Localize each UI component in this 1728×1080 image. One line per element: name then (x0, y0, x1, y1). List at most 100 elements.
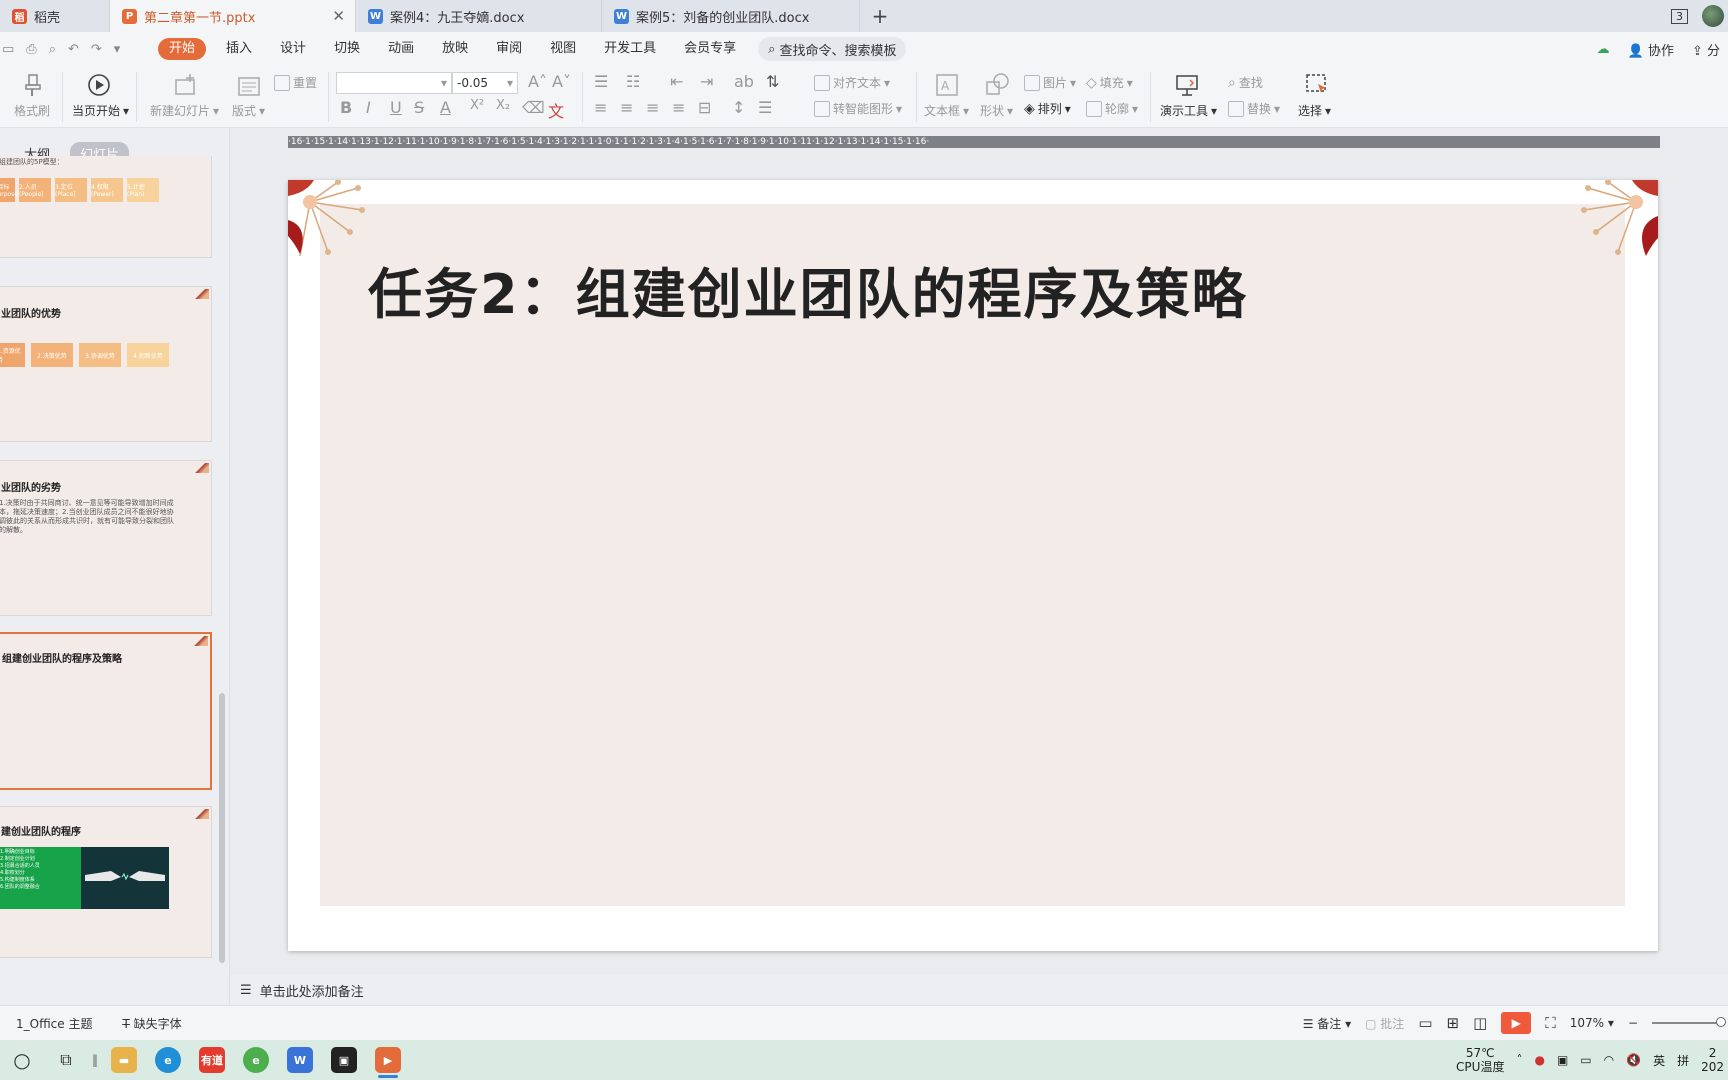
fit-window-icon[interactable]: ⛶ (1545, 1014, 1556, 1032)
normal-view-icon[interactable]: ▭ (1418, 1014, 1432, 1032)
zoom-slider[interactable] (1652, 1017, 1726, 1027)
collab-button[interactable]: 👤 协作 (1628, 40, 1674, 59)
sort-icon[interactable]: ⇅ (766, 72, 779, 91)
menu-animation[interactable]: 动画 (374, 38, 428, 60)
slide-thumbnail[interactable]: 业团队的优势 1.资源优势 2.决策优势 3.协调优势 4.创新优势 (0, 286, 212, 442)
replace-button[interactable]: 替换 ▾ (1228, 100, 1280, 117)
paragraph-spacing-icon[interactable]: ☰ (758, 98, 772, 117)
find-button[interactable]: ⌕ 查找 (1228, 74, 1263, 91)
slide-thumbnail[interactable]: 业团队的劣势 1.决策时由于共同商讨、统一意见等可能导致增加时间成本，拖延决策速… (0, 460, 212, 616)
speaker-mute-icon[interactable]: 🔇 (1626, 1053, 1641, 1067)
start-current-button[interactable]: 当页开始 ▾ (72, 102, 129, 119)
shape-button[interactable]: 形状 ▾ (980, 102, 1013, 119)
avatar[interactable] (1702, 5, 1724, 27)
italic-button[interactable]: I (366, 98, 371, 117)
font-family-select[interactable]: ▾ (336, 72, 452, 94)
comments-toggle[interactable]: ▢ 批注 (1365, 1015, 1404, 1032)
close-icon[interactable]: ✕ (332, 7, 345, 25)
menu-view[interactable]: 视图 (536, 38, 590, 60)
indent-decrease-icon[interactable]: ⇤ (670, 72, 683, 91)
battery-icon[interactable]: ▭ (1580, 1053, 1591, 1067)
superscript-button[interactable]: X² (470, 98, 484, 113)
strikethrough-button[interactable]: S (414, 98, 424, 117)
play-slideshow-button[interactable]: ▶ (1501, 1012, 1532, 1034)
command-search[interactable]: ⌕ 查找命令、搜索模板 (758, 37, 907, 61)
indent-increase-icon[interactable]: ⇥ (700, 72, 713, 91)
browser-360-button[interactable]: e (234, 1040, 278, 1080)
grid-view-icon[interactable]: ⊞ (1447, 1014, 1460, 1032)
missing-font-button[interactable]: T̶ 缺失字体 (122, 1015, 181, 1032)
tab-docx-1[interactable]: W 案例4：九王夺嫡.docx (356, 0, 602, 32)
slide-canvas[interactable]: 任务2：组建创业团队的程序及策略 (288, 180, 1658, 951)
align-text-button[interactable]: 对齐文本 ▾ (814, 74, 890, 91)
slide-thumbnail-selected[interactable]: 组建创业团队的程序及策略 (0, 632, 212, 790)
menu-home[interactable]: 开始 (158, 38, 207, 60)
new-tab-button[interactable]: + (860, 0, 900, 32)
menu-member[interactable]: 会员专享 (670, 38, 750, 60)
print-icon[interactable]: ⎙ (26, 42, 36, 57)
cpu-temperature[interactable]: 57℃ CPU温度 (1456, 1046, 1504, 1074)
ime-mode[interactable]: 英 (1653, 1052, 1665, 1069)
reading-view-icon[interactable]: ◫ (1473, 1014, 1487, 1032)
tray-app-icon[interactable]: ● (1534, 1053, 1544, 1067)
subscript-button[interactable]: X₂ (496, 98, 510, 113)
clock[interactable]: 2 202 (1701, 1046, 1724, 1074)
panel-scrollbar[interactable] (219, 693, 225, 963)
chevron-up-icon[interactable]: ˄ (1516, 1053, 1522, 1067)
picture-button[interactable]: 图片 ▾ (1024, 74, 1076, 91)
bullet-list-icon[interactable]: ☰ (594, 72, 608, 91)
select-button[interactable]: 选择 ▾ (1298, 102, 1331, 119)
decrease-font-icon[interactable]: A˅ (552, 72, 571, 91)
customize-icon[interactable]: ▾ (114, 42, 121, 57)
save-icon[interactable]: ▭ (2, 42, 14, 57)
numbered-list-icon[interactable]: ☷ (626, 72, 640, 91)
menu-transition[interactable]: 切换 (320, 38, 374, 60)
arrange-button[interactable]: ◈ 排列 ▾ (1024, 100, 1071, 117)
notes-pane[interactable]: ☰ 单击此处添加备注 (230, 975, 1728, 1005)
zoom-out-icon[interactable]: − (1628, 1016, 1638, 1030)
menu-slideshow[interactable]: 放映 (428, 38, 482, 60)
distribute-icon[interactable]: ⊟ (698, 98, 711, 117)
cloud-sync-icon[interactable]: ☁ (1597, 42, 1610, 57)
underline-button[interactable]: U (390, 98, 402, 117)
textbox-button[interactable]: 文本框 ▾ (924, 102, 969, 119)
task-view-button[interactable]: ⧉ (44, 1040, 88, 1080)
fill-button[interactable]: ◇ 填充 ▾ (1086, 74, 1133, 91)
present-tools-button[interactable]: 演示工具 ▾ (1160, 102, 1217, 119)
slide-thumbnail[interactable]: 建创业团队的程序 1.明确创业目标 2.制定创业计划 3.招募合适的人员 4.职… (0, 806, 212, 958)
camera-button[interactable]: ▣ (322, 1040, 366, 1080)
justify-icon[interactable]: ≡ (672, 98, 685, 117)
slide-thumbnail[interactable]: 组建团队的5P模型： 1.目标(Purpose) 2.人员(People) 3.… (0, 156, 212, 258)
outline-button[interactable]: 轮廓 ▾ (1086, 100, 1138, 117)
zoom-select[interactable]: 107% ▾ (1570, 1016, 1614, 1030)
window-count-badge[interactable]: 3 (1671, 8, 1688, 24)
text-direction-icon[interactable]: ab (734, 72, 754, 91)
align-center-icon[interactable]: ≡ (620, 98, 633, 117)
notes-toggle[interactable]: ☰ 备注 ▾ (1303, 1015, 1351, 1032)
bold-button[interactable]: B (340, 98, 352, 117)
layout-button[interactable]: 版式 ▾ (232, 102, 265, 119)
menu-developer[interactable]: 开发工具 (590, 38, 670, 60)
undo-icon[interactable]: ↶ (68, 42, 79, 57)
line-spacing-icon[interactable]: ↕ (732, 98, 745, 117)
font-color-button[interactable]: A (440, 98, 451, 117)
wps-presentation-button[interactable]: ▶ (366, 1040, 410, 1080)
new-slide-button[interactable]: 新建幻灯片 ▾ (150, 102, 219, 119)
horizontal-ruler[interactable]: ·16·1·15·1·14·1·13·1·12·1·11·1·10·1·9·1·… (288, 136, 1660, 148)
ime-pinyin[interactable]: 拼 (1677, 1052, 1689, 1069)
preview-icon[interactable]: ⌕ (49, 42, 56, 57)
reset-button[interactable]: 重置 (274, 74, 317, 91)
redo-icon[interactable]: ↷ (91, 42, 102, 57)
paint-format-button[interactable]: 格式刷 (14, 102, 50, 119)
phonetic-icon[interactable]: 文 (548, 98, 564, 122)
edge-button[interactable]: e (146, 1040, 190, 1080)
tray-app-icon[interactable]: ▣ (1557, 1053, 1568, 1067)
align-left-icon[interactable]: ≡ (594, 98, 607, 117)
file-explorer-button[interactable]: ▬ (102, 1040, 146, 1080)
menu-design[interactable]: 设计 (266, 38, 320, 60)
start-button[interactable]: ○ (0, 1040, 44, 1080)
tab-pptx[interactable]: P 第二章第一节.pptx ✕ (110, 0, 356, 32)
wps-button[interactable]: W (278, 1040, 322, 1080)
eraser-icon[interactable]: ⌫ (522, 98, 545, 117)
slide-title[interactable]: 任务2：组建创业团队的程序及策略 (368, 250, 1248, 329)
